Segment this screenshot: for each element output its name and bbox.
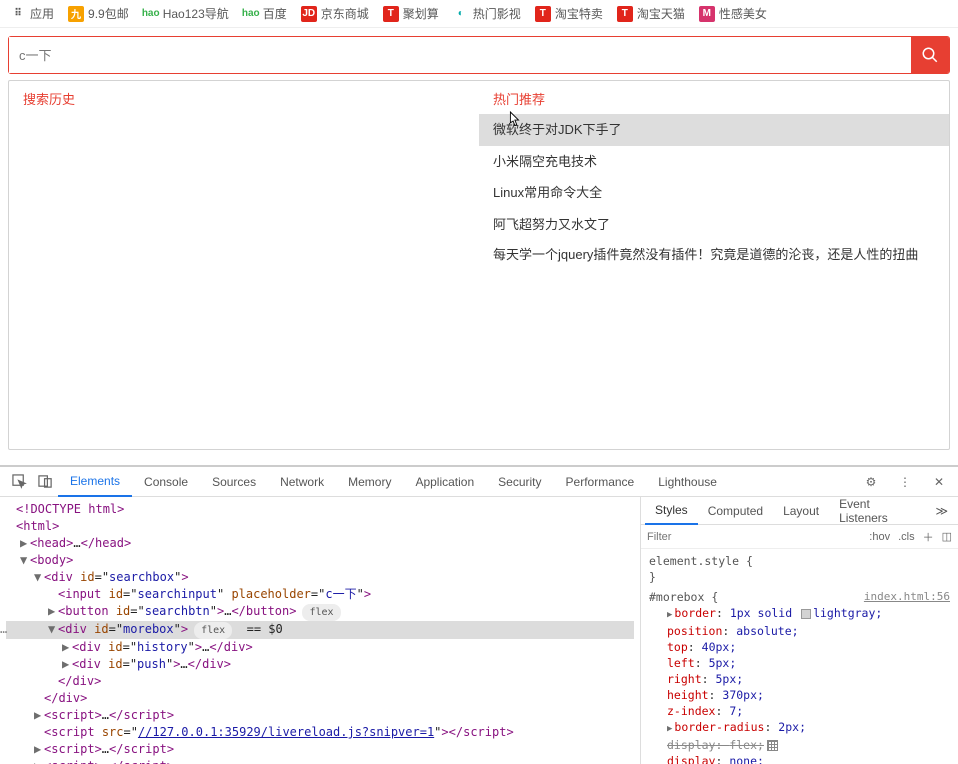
devtools-tab[interactable]: Elements xyxy=(58,467,132,497)
dom-node[interactable]: ▶<button id="searchbtn">…</button>flex xyxy=(6,603,634,621)
bookmark-label: 聚划算 xyxy=(403,5,439,22)
devtools-tab[interactable]: Network xyxy=(268,467,336,497)
search-input[interactable] xyxy=(9,37,911,73)
bookmark-icon: hao xyxy=(143,6,159,22)
dom-node[interactable]: ▼<div id="searchbox"> xyxy=(6,569,634,586)
close-icon[interactable]: ✕ xyxy=(926,468,952,496)
history-title: 搜索历史 xyxy=(23,89,465,114)
bookmark-label: 9.9包邮 xyxy=(88,5,129,22)
bookmark-item[interactable]: ◐热门影视 xyxy=(453,5,521,22)
suggestion-item[interactable]: Linux常用命令大全 xyxy=(479,177,949,209)
dom-node[interactable]: ▶<div id="push">…</div> xyxy=(6,656,634,673)
new-rule-button[interactable]: ＋ xyxy=(923,529,934,545)
dom-node[interactable]: ▼<body> xyxy=(6,552,634,569)
history-column: 搜索历史 xyxy=(9,81,479,449)
dom-node[interactable]: <input id="searchinput" placeholder="c一下… xyxy=(6,586,634,603)
bookmark-item[interactable]: T淘宝天猫 xyxy=(617,5,685,22)
more-icon[interactable]: ⋮ xyxy=(892,468,918,496)
push-title: 热门推荐 xyxy=(479,81,949,114)
bookmark-icon: JD xyxy=(301,6,317,22)
dom-node[interactable]: <!DOCTYPE html> xyxy=(6,501,634,518)
dom-node[interactable]: </div> xyxy=(6,690,634,707)
bookmark-label: 淘宝天猫 xyxy=(637,5,685,22)
styles-rules[interactable]: element.style {}index.html:56#morebox {▶… xyxy=(641,549,958,764)
bookmark-item[interactable]: JD京东商城 xyxy=(301,5,369,22)
styles-tab[interactable]: Event Listeners xyxy=(829,497,929,525)
bookmark-icon: hao xyxy=(243,6,259,22)
bookmark-label: 京东商城 xyxy=(321,5,369,22)
bookmark-item[interactable]: haoHao123导航 xyxy=(143,5,229,22)
bookmark-icon: M xyxy=(699,6,715,22)
bookmark-label: 百度 xyxy=(263,5,287,22)
suggestion-item[interactable]: 阿飞超努力又水文了 xyxy=(479,209,949,241)
search-icon xyxy=(921,46,939,64)
bookmark-icon: T xyxy=(617,6,633,22)
bookmark-icon: T xyxy=(535,6,551,22)
styles-tab[interactable]: Computed xyxy=(698,497,773,525)
bookmark-icon: 九 xyxy=(68,6,84,22)
devtools-tab[interactable]: Security xyxy=(486,467,553,497)
styles-pin-icon[interactable]: ◫ xyxy=(942,530,952,543)
devtools-tab[interactable]: Application xyxy=(403,467,486,497)
bookmark-item[interactable]: ⠿应用 xyxy=(10,5,54,22)
dom-node[interactable]: …▼<div id="morebox">flex == $0 xyxy=(6,621,634,639)
bookmark-label: 性感美女 xyxy=(719,5,767,22)
bookmark-label: Hao123导航 xyxy=(163,5,229,22)
dom-node[interactable]: ▶<script>…</script> xyxy=(6,741,634,758)
cls-toggle[interactable]: .cls xyxy=(898,531,915,543)
suggestions-panel: 搜索历史 热门推荐 微软终于对JDK下手了小米隔空充电技术Linux常用命令大全… xyxy=(8,80,950,450)
devtools-tabs: ElementsConsoleSourcesNetworkMemoryAppli… xyxy=(0,467,958,497)
inspect-icon[interactable] xyxy=(6,468,32,496)
rule-source-link[interactable]: index.html:56 xyxy=(864,589,950,605)
devtools-tab[interactable]: Lighthouse xyxy=(646,467,729,497)
bookmark-icon: ⠿ xyxy=(10,6,26,22)
devtools-tab[interactable]: Performance xyxy=(554,467,647,497)
bookmark-item[interactable]: M性感美女 xyxy=(699,5,767,22)
bookmarks-bar: ⠿应用九9.9包邮haoHao123导航hao百度JD京东商城T聚划算◐热门影视… xyxy=(0,0,958,28)
search-button[interactable] xyxy=(911,37,949,73)
styles-panel: StylesComputedLayoutEvent Listeners≫ :ho… xyxy=(640,497,958,764)
dom-tree[interactable]: <!DOCTYPE html><html>▶<head>…</head>▼<bo… xyxy=(0,497,640,764)
styles-tab[interactable]: Styles xyxy=(645,497,698,525)
styles-tab[interactable]: Layout xyxy=(773,497,829,525)
bookmark-label: 淘宝特卖 xyxy=(555,5,603,22)
bookmark-label: 应用 xyxy=(30,5,54,22)
bookmark-item[interactable]: T聚划算 xyxy=(383,5,439,22)
device-toggle-icon[interactable] xyxy=(32,468,58,496)
devtools-panel: ElementsConsoleSourcesNetworkMemoryAppli… xyxy=(0,465,958,764)
bookmark-icon: ◐ xyxy=(453,6,469,22)
devtools-tab[interactable]: Sources xyxy=(200,467,268,497)
dom-node[interactable]: ▶<head>…</head> xyxy=(6,535,634,552)
push-column: 热门推荐 微软终于对JDK下手了小米隔空充电技术Linux常用命令大全阿飞超努力… xyxy=(479,81,949,449)
suggestion-item[interactable]: 小米隔空充电技术 xyxy=(479,146,949,178)
styles-more-icon[interactable]: ≫ xyxy=(929,504,954,518)
devtools-tab[interactable]: Console xyxy=(132,467,200,497)
bookmark-icon: T xyxy=(383,6,399,22)
search-box xyxy=(8,36,950,74)
dom-node[interactable]: <html> xyxy=(6,518,634,535)
hov-toggle[interactable]: :hov xyxy=(869,531,890,543)
settings-icon[interactable]: ⚙ xyxy=(858,468,884,496)
dom-node[interactable]: ▶<script>…</script> xyxy=(6,707,634,724)
dom-node[interactable]: </div> xyxy=(6,673,634,690)
suggestion-item[interactable]: 每天学一个jquery插件竟然没有插件！究竟是道德的沦丧，还是人性的扭曲 xyxy=(479,240,949,270)
styles-filter-input[interactable] xyxy=(647,531,861,543)
bookmark-item[interactable]: hao百度 xyxy=(243,5,287,22)
suggestion-item[interactable]: 微软终于对JDK下手了 xyxy=(479,114,949,146)
dom-node[interactable]: ▶<div id="history">…</div> xyxy=(6,639,634,656)
dom-node[interactable]: ▶<script>…</script> xyxy=(6,758,634,764)
bookmark-label: 热门影视 xyxy=(473,5,521,22)
devtools-tab[interactable]: Memory xyxy=(336,467,403,497)
dom-node[interactable]: <script src="//127.0.0.1:35929/livereloa… xyxy=(6,724,634,741)
bookmark-item[interactable]: T淘宝特卖 xyxy=(535,5,603,22)
bookmark-item[interactable]: 九9.9包邮 xyxy=(68,5,129,22)
